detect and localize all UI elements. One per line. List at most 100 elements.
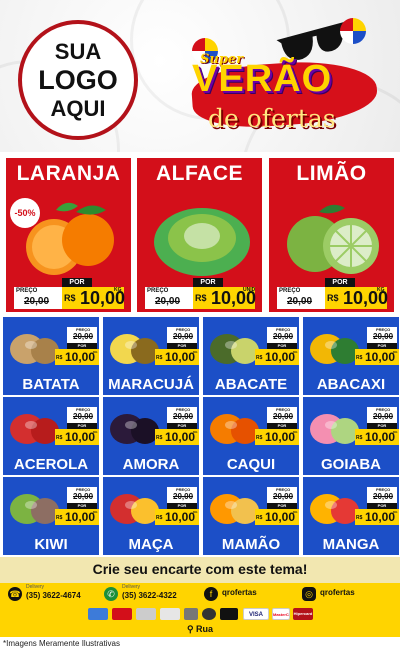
currency-label: R$ xyxy=(327,293,339,303)
price-unit: KG xyxy=(93,510,98,514)
price-value: 10,00 xyxy=(265,350,296,364)
old-price-box: PREÇO 20,00 xyxy=(167,407,197,423)
new-price-box: R$ 10,00 KG xyxy=(355,349,399,365)
price-unit: KG xyxy=(393,510,398,514)
product-card: PREÇO 20,00 POR R$ 10,00 KG AMORA xyxy=(102,396,200,476)
flyer-page: SUA LOGO AQUI Super VERÃO de ofertas LAR… xyxy=(0,0,400,650)
currency-label: R$ xyxy=(356,515,363,521)
old-price: 20,00 xyxy=(155,296,181,307)
currency-label: R$ xyxy=(356,435,363,441)
price-tag: PREÇO 20,00 POR R$ 10,00 KG xyxy=(255,327,299,371)
price-tag: PREÇO 20,00 POR R$ 10,00 KG xyxy=(255,407,299,451)
logo-placeholder: SUA LOGO AQUI xyxy=(18,20,138,140)
old-price-box: PREÇO 20,00 xyxy=(67,487,97,503)
card-icon xyxy=(88,608,108,620)
lime-icon xyxy=(287,204,379,274)
price-unit: KG xyxy=(293,350,298,354)
contact-label: Delivery xyxy=(122,584,141,590)
new-price-box: R$ 10,00 KG xyxy=(55,429,99,445)
featured-card-alface: ALFACE POR PREÇO 20,00 R$ 10,00 UNID xyxy=(135,156,264,314)
old-price-box: PREÇO 20,00 xyxy=(367,327,397,343)
new-price-box: R$ 10,00 KG xyxy=(155,509,199,525)
contact-whatsapp[interactable]: ✆ Delivery (35) 3622-4322 xyxy=(102,584,197,603)
disclaimer: *Imagens Meramente Ilustrativas xyxy=(3,639,120,648)
cta-banner: Crie seu encarte com este tema! xyxy=(0,557,400,583)
old-price-box: PREÇO 20,00 xyxy=(14,287,62,309)
old-price: 20,00 xyxy=(73,412,94,421)
contact-value: qrofertas xyxy=(222,588,257,597)
price-unit: KG xyxy=(193,510,198,514)
product-card: PREÇO 20,00 POR R$ 10,00 KG MANGA xyxy=(302,476,400,556)
price-unit: KG xyxy=(93,430,98,434)
hipercard-logo: Hipercard xyxy=(293,608,313,620)
product-grid: PREÇO 20,00 POR R$ 10,00 KG BATATA PREÇO 20,00 PO… xyxy=(0,316,400,556)
price-value: 10,00 xyxy=(365,350,396,364)
price-value: 10,00 xyxy=(65,510,96,524)
product-name: GOIABA xyxy=(321,456,381,473)
currency-label: R$ xyxy=(256,435,263,441)
price-value: 10,00 xyxy=(165,430,196,444)
header-banner: SUA LOGO AQUI Super VERÃO de ofertas xyxy=(0,0,400,152)
price-value: 10,00 xyxy=(365,430,396,444)
product-name: MARACUJÁ xyxy=(108,376,194,393)
old-price: 20,00 xyxy=(24,296,50,307)
old-price: 20,00 xyxy=(273,412,294,421)
new-price-box: R$ 10,00 KG xyxy=(155,429,199,445)
old-price: 20,00 xyxy=(73,332,94,341)
price-value: 10,00 xyxy=(65,430,96,444)
price-tag: PREÇO 20,00 POR R$ 10,00 KG xyxy=(355,487,399,531)
preco-label: PREÇO xyxy=(147,288,169,294)
product-name: ABACATE xyxy=(214,376,288,393)
contact-instagram[interactable]: ◎ qrofertas xyxy=(300,585,395,603)
por-label: POR xyxy=(62,278,92,287)
price-unit: KG xyxy=(93,350,98,354)
product-name: ALFACE xyxy=(156,162,243,185)
product-name: LARANJA xyxy=(16,162,121,185)
old-price: 20,00 xyxy=(173,332,194,341)
old-price-box: PREÇO 20,00 xyxy=(267,487,297,503)
old-price: 20,00 xyxy=(273,332,294,341)
beach-ball-icon xyxy=(340,18,366,44)
contact-phone[interactable]: ☎ Delivery (35) 3622-4674 xyxy=(6,584,101,603)
old-price-box: PREÇO 20,00 xyxy=(367,487,397,503)
price-tag: PREÇO 20,00 POR R$ 10,00 KG xyxy=(55,407,99,451)
preco-label: PREÇO xyxy=(16,288,38,294)
price-tag: PREÇO 20,00 POR R$ 10,00 KG xyxy=(155,327,199,371)
new-price-box: R$ 10,00 KG xyxy=(62,287,125,309)
currency-label: R$ xyxy=(356,355,363,361)
product-card: PREÇO 20,00 POR R$ 10,00 KG KIWI xyxy=(2,476,100,556)
new-price-box: R$ 10,00 KG xyxy=(155,349,199,365)
old-price-box: PREÇO 20,00 xyxy=(145,287,193,309)
price-unit: KG xyxy=(193,350,198,354)
price-tag: POR PREÇO 20,00 R$ 10,00 KG xyxy=(14,278,129,312)
old-price: 20,00 xyxy=(373,492,394,501)
price-tag: PREÇO 20,00 POR R$ 10,00 KG xyxy=(355,407,399,451)
currency-label: R$ xyxy=(56,515,63,521)
old-price-box: PREÇO 20,00 xyxy=(167,487,197,503)
new-price-box: R$ 10,00 KG xyxy=(325,287,388,309)
contact-value: (35) 3622-4674 xyxy=(26,591,81,600)
new-price-box: R$ 10,00 KG xyxy=(255,349,299,365)
price-value: 10,00 xyxy=(65,350,96,364)
contact-facebook[interactable]: f qrofertas xyxy=(202,585,297,603)
location-pin-icon: ⚲ xyxy=(186,624,194,634)
new-price-box: R$ 10,00 KG xyxy=(355,429,399,445)
card-icon xyxy=(220,608,238,620)
price-unit: KG xyxy=(393,430,398,434)
product-card: PREÇO 20,00 POR R$ 10,00 KG ABACATE xyxy=(202,316,300,396)
cta-text: Crie seu encarte com este tema! xyxy=(92,561,308,577)
new-price-box: R$ 10,00 KG xyxy=(255,429,299,445)
new-price-box: R$ 10,00 KG xyxy=(355,509,399,525)
pix-icon xyxy=(160,608,180,620)
logo-text-line: LOGO xyxy=(38,64,118,95)
facebook-icon: f xyxy=(204,587,218,601)
product-card: PREÇO 20,00 POR R$ 10,00 KG MARACUJÁ xyxy=(102,316,200,396)
currency-label: R$ xyxy=(56,355,63,361)
old-price: 20,00 xyxy=(287,296,313,307)
price-tag: POR PREÇO 20,00 R$ 10,00 KG xyxy=(277,278,392,312)
old-price: 20,00 xyxy=(373,412,394,421)
title-subtitle: de ofertas xyxy=(208,104,336,133)
price-tag: PREÇO 20,00 POR R$ 10,00 KG xyxy=(355,327,399,371)
product-name: BATATA xyxy=(22,376,80,393)
product-card: PREÇO 20,00 POR R$ 10,00 KG MAMÃO xyxy=(202,476,300,556)
